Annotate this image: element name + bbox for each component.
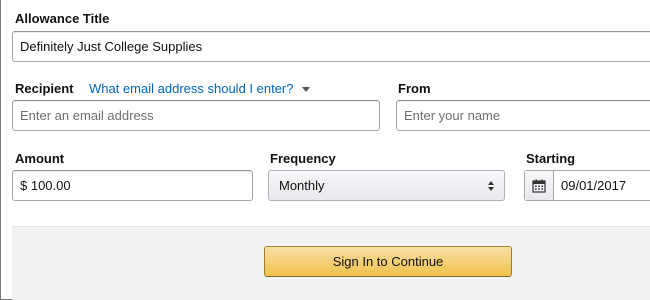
- from-name-input[interactable]: Enter your name: [396, 100, 650, 131]
- sign-in-continue-button[interactable]: Sign In to Continue: [264, 246, 512, 277]
- allowance-title-input[interactable]: Definitely Just College Supplies: [12, 31, 650, 62]
- from-label: From: [398, 81, 431, 96]
- frequency-label: Frequency: [270, 151, 336, 166]
- email-help-dropdown[interactable]: What email address should I enter?: [89, 81, 310, 96]
- allowance-title-label: Allowance Title: [15, 11, 110, 26]
- starting-label: Starting: [526, 151, 576, 166]
- select-arrows-icon: [488, 180, 494, 191]
- calendar-icon[interactable]: [525, 171, 554, 200]
- amount-label: Amount: [15, 151, 65, 166]
- recipient-label: Recipient: [15, 81, 74, 96]
- email-help-link-text[interactable]: What email address should I enter?: [89, 81, 294, 96]
- chevron-down-icon[interactable]: [301, 86, 310, 92]
- frequency-select[interactable]: Monthly: [268, 170, 505, 201]
- frequency-selected-value: Monthly: [279, 178, 325, 193]
- amount-input[interactable]: $ 100.00: [12, 170, 253, 201]
- recipient-email-input[interactable]: Enter an email address: [12, 100, 380, 131]
- starting-date-field[interactable]: 09/01/2017: [524, 170, 650, 201]
- starting-date-input[interactable]: 09/01/2017: [554, 171, 633, 200]
